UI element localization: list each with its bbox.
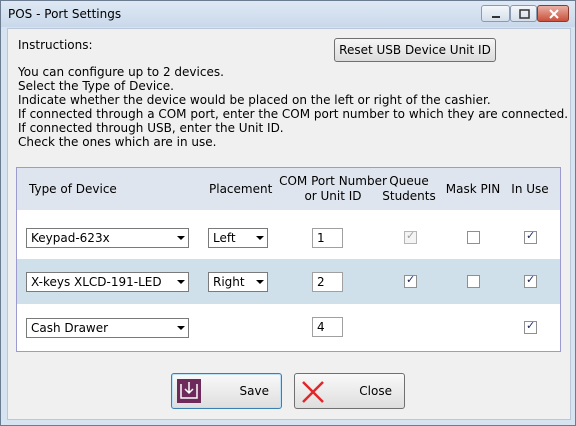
instruction-line: If connected through USB, enter the Unit… [18, 121, 284, 135]
device-type-select[interactable]: Keypad-623x [26, 228, 189, 248]
device-type-select[interactable]: X-keys XLCD-191-LED [26, 272, 189, 292]
dialog-body: Instructions: Reset USB Device Unit ID Y… [7, 28, 571, 420]
close-x-icon [302, 381, 324, 403]
window-title: POS - Port Settings [8, 7, 122, 21]
header-mask-pin: Mask PIN [445, 182, 501, 196]
minimize-icon [492, 16, 500, 18]
in-use-checkbox[interactable]: ✓ [524, 273, 537, 288]
placement-select[interactable]: Right [208, 272, 268, 292]
in-use-checkbox[interactable]: ✓ [524, 229, 537, 244]
placement-value: Left [213, 231, 236, 245]
close-button[interactable]: Close [294, 373, 405, 409]
close-icon [549, 9, 559, 19]
device-row-2: X-keys XLCD-191-LED Right 2 ✓ ✓ [17, 259, 560, 304]
com-port-input[interactable]: 1 [312, 228, 343, 248]
placement-value: Right [213, 275, 245, 289]
device-type-value: X-keys XLCD-191-LED [31, 275, 162, 289]
queue-students-checkbox[interactable]: ✓ [404, 229, 417, 244]
checkmark-icon: ✓ [406, 273, 416, 286]
header-queue-line2: Students [382, 189, 436, 203]
checkmark-icon: ✓ [526, 319, 536, 332]
instruction-line: You can configure up to 2 devices. [18, 65, 224, 79]
maximize-icon [519, 9, 530, 19]
dropdown-arrow-icon [177, 280, 185, 284]
instruction-line: Select the Type of Device. [18, 79, 174, 93]
header-queue-line1: Queue [389, 174, 429, 188]
device-grid: Type of Device Placement COM Port Number… [16, 167, 561, 352]
window-close-button[interactable] [537, 5, 569, 22]
header-com-port: COM Port Number or Unit ID [273, 174, 393, 204]
port-settings-window: POS - Port Settings Instructions: Reset … [0, 0, 576, 426]
instruction-line: Check the ones which are in use. [18, 135, 217, 149]
dropdown-arrow-icon [177, 326, 185, 330]
header-placement: Placement [209, 182, 273, 196]
device-row-3: Cash Drawer 4 ✓ [17, 304, 560, 349]
instruction-line: Indicate whether the device would be pla… [18, 93, 491, 107]
save-arrow-icon [177, 379, 201, 403]
header-com-port-line1: COM Port Number [279, 174, 387, 188]
dropdown-arrow-icon [256, 280, 264, 284]
device-row-1: Keypad-623x Left 1 ✓ ✓ [17, 214, 560, 259]
com-port-input[interactable]: 4 [312, 317, 343, 337]
com-port-input[interactable]: 2 [312, 272, 343, 292]
checkmark-icon: ✓ [526, 229, 536, 242]
dropdown-arrow-icon [256, 236, 264, 240]
mask-pin-checkbox[interactable] [467, 231, 480, 244]
device-type-value: Keypad-623x [31, 231, 110, 245]
reset-usb-unit-id-button[interactable]: Reset USB Device Unit ID [334, 38, 496, 62]
placement-select[interactable]: Left [208, 228, 268, 248]
close-label: Close [359, 384, 392, 398]
save-button[interactable]: Save [171, 373, 282, 409]
title-bar[interactable]: POS - Port Settings [1, 1, 575, 27]
in-use-checkbox[interactable]: ✓ [524, 319, 537, 334]
maximize-button[interactable] [510, 5, 537, 22]
instruction-line: If connected through a COM port, enter t… [18, 107, 569, 121]
header-queue-students: Queue Students [379, 174, 439, 204]
mask-pin-checkbox[interactable] [467, 275, 480, 288]
header-com-port-line2: or Unit ID [304, 189, 362, 203]
dropdown-arrow-icon [177, 236, 185, 240]
device-type-select[interactable]: Cash Drawer [26, 318, 189, 338]
device-type-value: Cash Drawer [31, 321, 109, 335]
header-in-use: In Use [511, 182, 549, 196]
checkmark-icon: ✓ [406, 229, 416, 242]
instructions-heading: Instructions: [18, 38, 93, 52]
save-label: Save [239, 384, 269, 398]
minimize-button[interactable] [481, 5, 510, 22]
header-type-of-device: Type of Device [29, 182, 117, 196]
grid-header: Type of Device Placement COM Port Number… [17, 168, 560, 210]
checkmark-icon: ✓ [526, 273, 536, 286]
queue-students-checkbox[interactable]: ✓ [404, 273, 417, 288]
